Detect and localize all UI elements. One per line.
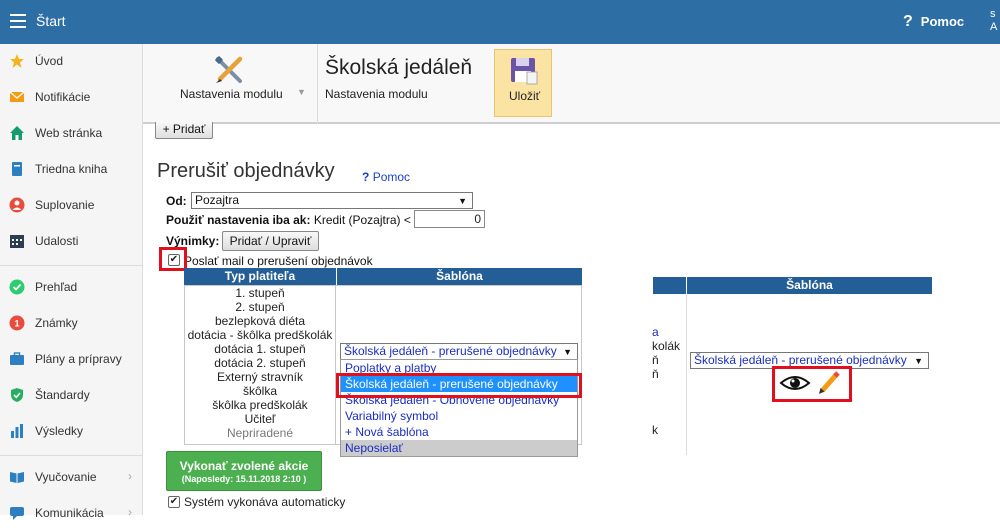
- exceptions-edit-button[interactable]: Pridať / Upraviť: [222, 231, 319, 251]
- sidebar-item-plany[interactable]: Plány a prípravy: [0, 344, 143, 374]
- sidebar-item-web-stranka[interactable]: Web stránka: [0, 118, 143, 148]
- question-icon: ?: [903, 13, 913, 30]
- table-row: bezlepková diéta: [214, 314, 306, 328]
- sidebar-item-triedna-kniha[interactable]: Triedna kniha: [0, 154, 143, 184]
- zoom-partial-rows: a kolák ň ň k: [652, 325, 681, 437]
- module-toolbar: Nastavenia modulu ▼ Školská jedáleň Nast…: [143, 44, 1000, 124]
- sidebar-divider: [0, 455, 143, 456]
- shield-icon: [11, 388, 23, 402]
- check-circle-icon: [9, 279, 25, 295]
- table-row: škôlka: [242, 384, 277, 398]
- settings-condition-label: Použiť nastavenia iba ak: Kredit (Pozajt…: [166, 213, 411, 227]
- dropdown-caret-icon: ▼: [297, 87, 306, 97]
- exceptions-label: Výnimky:: [166, 234, 220, 248]
- table-row: Externý stravník: [216, 370, 304, 384]
- table-row: dotácia 1. stupeň: [214, 342, 306, 356]
- book-icon: [12, 162, 22, 176]
- sidebar-item-udalosti[interactable]: Udalosti: [0, 226, 143, 256]
- question-icon: ?: [362, 170, 370, 184]
- svg-text:1: 1: [14, 319, 19, 329]
- sidebar-item-standardy[interactable]: Štandardy: [0, 380, 143, 410]
- execute-actions-button[interactable]: Vykonať zvolené akcie (Naposledy: 15.11.…: [166, 451, 322, 491]
- dropdown-option[interactable]: Variabilný symbol: [341, 408, 577, 424]
- grade-icon: 1: [9, 315, 25, 331]
- floppy-disk-icon: [511, 58, 538, 85]
- highlight-box: [159, 247, 187, 271]
- app-title[interactable]: Štart: [36, 13, 66, 29]
- save-button[interactable]: Uložiť: [494, 49, 552, 117]
- add-button[interactable]: + Pridať: [155, 122, 213, 139]
- chevron-right-icon: ›: [128, 505, 132, 519]
- dropdown-option[interactable]: Neposielať: [341, 440, 577, 456]
- help-link[interactable]: ? Pomoc: [362, 170, 410, 184]
- sidebar-item-vyucovanie[interactable]: Vyučovanie ›: [0, 462, 143, 492]
- zoom-column-divider: [686, 295, 687, 455]
- dropdown-arrow-icon: ▼: [458, 196, 467, 206]
- dropdown-arrow-icon: ▼: [563, 347, 572, 357]
- table-row: škôlka predškolák: [212, 398, 308, 412]
- table-row: 1. stupeň: [235, 286, 285, 300]
- highlight-box: [772, 366, 852, 402]
- house-icon: [10, 126, 24, 140]
- table-row: dotácia - škôlka predškolák: [187, 328, 333, 342]
- od-label: Od:: [166, 194, 187, 208]
- top-bar: Štart ? Pomoc sA: [0, 0, 1000, 44]
- table-row: dotácia 2. stupeň: [214, 356, 306, 370]
- od-select[interactable]: Pozajtra ▼: [191, 192, 473, 209]
- module-settings-button[interactable]: Nastavenia modulu ▼: [143, 44, 318, 124]
- sidebar-item-suplovanie[interactable]: Suplovanie: [0, 190, 143, 220]
- user-avatar-label[interactable]: sA: [990, 8, 1000, 38]
- table-row: Nepriradené: [226, 426, 294, 440]
- sidebar: Úvod Notifikácie Web stránka Triedna kni…: [0, 44, 143, 520]
- module-subtitle: Nastavenia modulu: [325, 87, 428, 101]
- auto-checkbox[interactable]: ✔: [168, 496, 180, 508]
- envelope-icon: [9, 91, 25, 102]
- dropdown-option[interactable]: + Nová šablóna: [341, 424, 577, 440]
- page-title: Prerušiť objednávky: [157, 160, 335, 182]
- send-mail-label: Poslať mail o prerušení objednávok: [184, 254, 373, 268]
- book-open-icon: [10, 472, 24, 483]
- star-icon: [10, 54, 24, 68]
- calendar-icon: [10, 235, 24, 248]
- sidebar-item-uvod[interactable]: Úvod: [0, 46, 143, 76]
- highlight-box: [336, 373, 582, 398]
- zoom-column-header-template: Šablóna: [687, 277, 932, 294]
- briefcase-icon: [10, 352, 24, 365]
- credit-input[interactable]: 0: [414, 210, 485, 228]
- sidebar-item-vysledky[interactable]: Výsledky: [0, 416, 143, 446]
- sidebar-item-znamky[interactable]: 1 Známky: [0, 308, 143, 338]
- chevron-right-icon: ›: [128, 469, 132, 483]
- sidebar-item-prehlad[interactable]: Prehľad: [0, 272, 143, 302]
- tools-icon: [215, 56, 243, 83]
- template-select[interactable]: Školská jedáleň - prerušené objednávky ▼: [340, 343, 578, 360]
- dropdown-arrow-icon: ▼: [914, 356, 923, 366]
- bar-chart-icon: [11, 424, 23, 438]
- zoom-header-partial: [653, 277, 686, 294]
- column-header-template: Šablóna: [337, 268, 582, 285]
- hamburger-menu-icon[interactable]: [10, 14, 26, 28]
- auto-label: Systém vykonáva automaticky: [184, 495, 346, 509]
- payer-type-list: 1. stupeň 2. stupeň bezlepková diéta dot…: [184, 286, 336, 440]
- module-title: Školská jedáleň: [325, 56, 473, 79]
- sidebar-item-komunikacia[interactable]: Komunikácia ›: [0, 498, 143, 528]
- sidebar-item-notifikacie[interactable]: Notifikácie: [0, 82, 143, 112]
- table-row: Učiteľ: [244, 412, 276, 426]
- table-row: 2. stupeň: [235, 300, 285, 314]
- help-link-top[interactable]: ? Pomoc: [903, 13, 964, 31]
- chat-icon: [10, 507, 24, 520]
- column-header-type: Typ platiteľa: [184, 268, 336, 285]
- person-icon: [9, 197, 25, 213]
- sidebar-divider: [0, 265, 143, 266]
